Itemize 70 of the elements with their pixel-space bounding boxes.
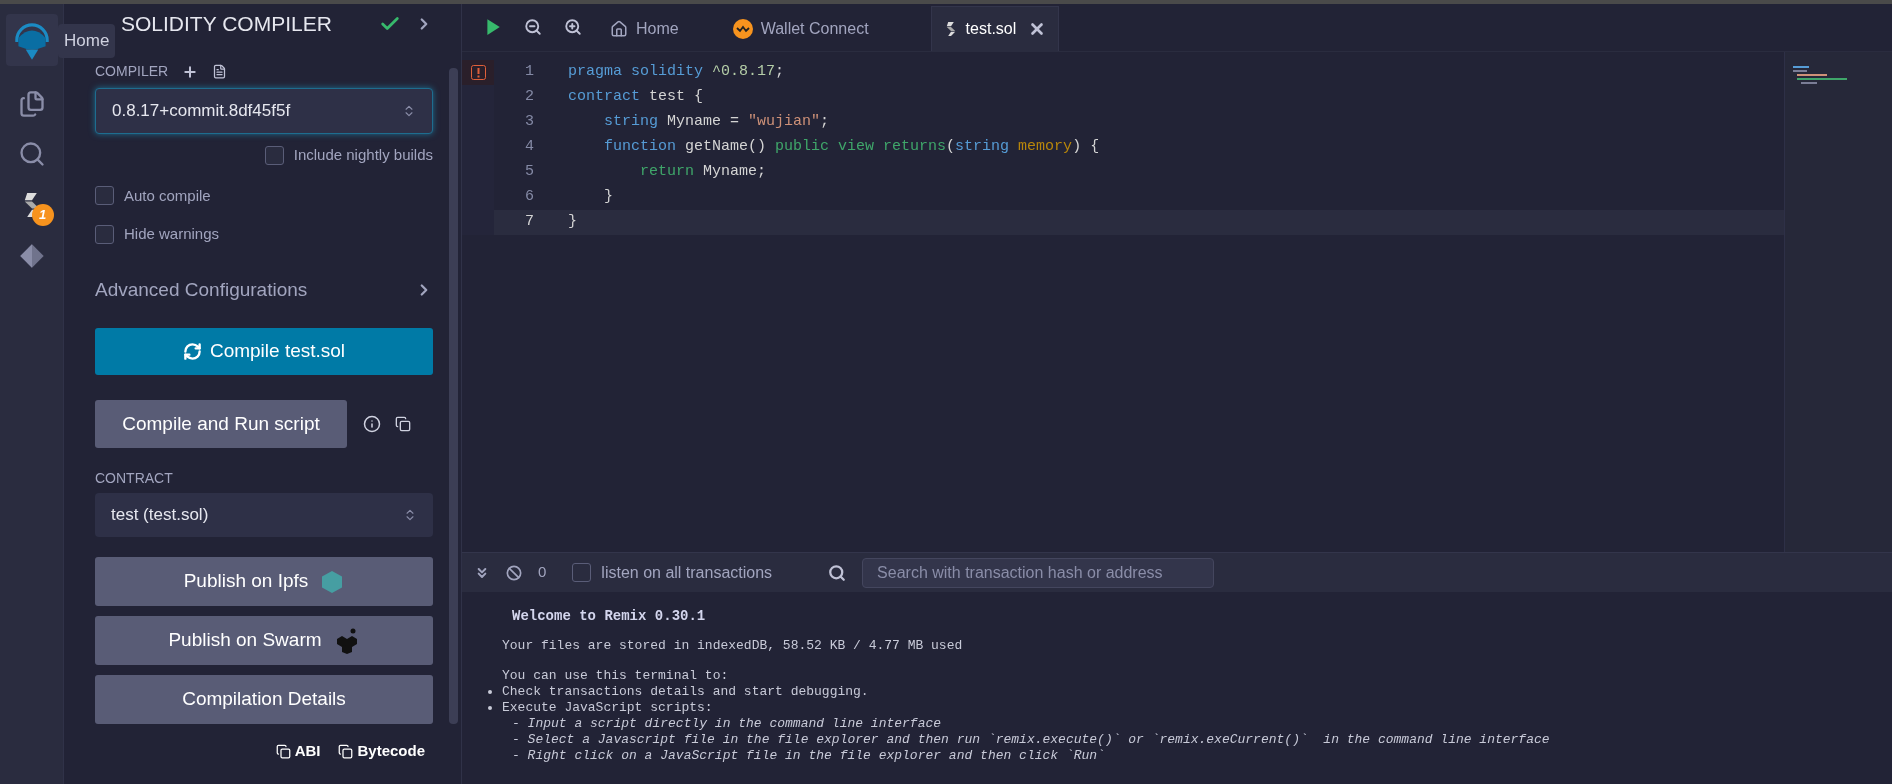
copy-icon[interactable]	[275, 743, 291, 759]
copy-icon[interactable]	[338, 743, 354, 759]
run-script-button[interactable]: Compile and Run script	[95, 400, 347, 448]
code-line: }	[568, 212, 577, 233]
checkbox[interactable]	[95, 186, 114, 206]
editor-tab[interactable]: test.sol	[930, 6, 1060, 51]
home-icon	[610, 19, 628, 38]
terminal-text: Execute JavaScript scripts:	[502, 700, 713, 716]
copy-link[interactable]: ABI	[294, 740, 321, 763]
clear-icon[interactable]	[506, 564, 522, 581]
line-number: 2	[524, 87, 534, 108]
terminal-text: Check transactions details and start debugging.	[502, 684, 869, 700]
publish-button[interactable]: Compilation Details	[95, 675, 433, 724]
line-number: 1	[524, 62, 534, 83]
play-icon[interactable]	[484, 18, 502, 36]
section-label: CONTRACT	[95, 469, 174, 488]
scrollbar[interactable]	[449, 68, 458, 724]
wave-icon	[732, 18, 753, 39]
line-number: 6	[524, 187, 534, 208]
document-icon[interactable]	[212, 64, 228, 79]
checkbox-label: listen on all transactions	[601, 562, 773, 583]
error-icon	[470, 65, 486, 80]
terminal-text: - Select a Javascript file in the file explorer and then run `remix.execute()` or `remix.exeCurrent()` in the command line interface	[512, 732, 1551, 748]
terminal-text: Your files are stored in indexedDB, 58.52 KB / 4.77 MB used	[502, 638, 964, 654]
checkbox-label: Include nightly builds	[293, 145, 433, 165]
terminal-text: You can use this terminal to:	[502, 668, 730, 684]
notification-badge: 1	[31, 204, 54, 226]
checkbox[interactable]	[572, 563, 592, 582]
code-line: }	[603, 187, 613, 208]
publish-button[interactable]: Publish on Ipfs	[95, 557, 433, 606]
bullet-icon	[488, 706, 492, 710]
section-heading[interactable]: Advanced Configurations	[95, 275, 415, 304]
code-line: pragma solidity ^0.8.17;	[568, 62, 785, 83]
code-line: contract test {	[568, 87, 704, 108]
line-number: 5	[524, 162, 534, 183]
tooltip: Home	[58, 24, 116, 58]
code-line: string Myname = "wujian";	[603, 112, 830, 133]
section-label: COMPILER	[95, 62, 169, 81]
line-number: 7	[524, 212, 534, 233]
search-field[interactable]: Search with transaction hash or address	[862, 557, 1215, 588]
files-icon[interactable]	[17, 90, 46, 118]
line-number: 4	[524, 137, 534, 158]
checkbox-label: Auto compile	[124, 185, 211, 206]
search-icon[interactable]	[17, 140, 46, 168]
compiler-select[interactable]: 0.8.17+commit.8df45f5f	[95, 88, 433, 134]
checkbox[interactable]	[264, 145, 284, 165]
copy-icon[interactable]	[395, 416, 411, 432]
search-icon[interactable]	[828, 563, 847, 582]
code-line: function getName() public view returns(string memory) {	[603, 137, 1100, 158]
code-line: return Myname;	[639, 162, 767, 183]
editor-tab[interactable]: Wallet Connect	[720, 6, 881, 51]
publish-button[interactable]: Publish on Swarm	[95, 616, 433, 665]
line-number: 3	[524, 112, 534, 133]
transaction-count: 0	[538, 562, 547, 583]
ipfs-icon	[320, 569, 345, 594]
terminal-text: - Right click on a JavaScript file in the file explorer and then click `Run`	[512, 748, 1106, 764]
zoom-out-icon[interactable]	[524, 18, 542, 36]
compile-button[interactable]: Compile test.sol	[95, 328, 433, 375]
contract-select[interactable]: test (test.sol)	[95, 493, 433, 537]
refresh-icon	[182, 342, 202, 361]
panel-title: SOLIDITY COMPILER	[121, 11, 333, 38]
zoom-in-icon[interactable]	[564, 18, 582, 36]
checkbox-label: Hide warnings	[124, 224, 220, 244]
copy-link[interactable]: Bytecode	[357, 740, 425, 763]
info-icon[interactable]	[363, 415, 381, 433]
terminal-text: - Input a script directly in the command line interface	[512, 716, 943, 732]
bullet-icon	[488, 690, 492, 694]
welcome-heading: Welcome to Remix 0.30.1	[512, 608, 707, 624]
checkbox[interactable]	[95, 224, 114, 244]
editor-tab[interactable]: Home	[598, 6, 691, 51]
